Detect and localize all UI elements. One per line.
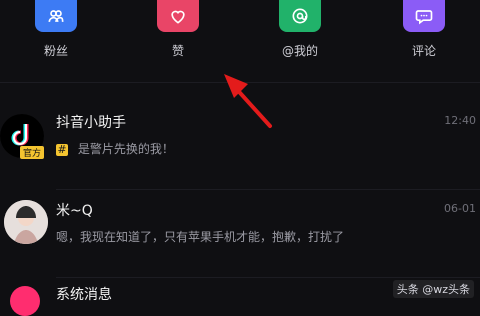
row-separator: [56, 277, 480, 278]
divider: [0, 82, 480, 83]
message-row[interactable]: 官方 抖音小助手 12:40 # 是警片先换的我！: [0, 108, 480, 190]
at-icon-box: [279, 0, 321, 32]
message-title: 系统消息: [56, 287, 112, 303]
tile-mentions-label: @我的: [281, 44, 318, 58]
message-time: 06-01: [444, 202, 476, 215]
message-time: 12:40: [444, 114, 476, 127]
message-subtitle: 嗯，我现在知道了，只有苹果手机才能，抱歉，打扰了: [56, 230, 345, 244]
tile-likes-label: 赞: [171, 44, 184, 58]
row-separator: [56, 189, 480, 190]
tile-comments[interactable]: 评论: [384, 0, 464, 59]
message-row[interactable]: 米~Q 06-01 嗯，我现在知道了，只有苹果手机才能，抱歉，打扰了: [0, 196, 480, 278]
tile-fans[interactable]: 粉丝: [16, 0, 96, 59]
fans-icon-box: [35, 0, 77, 32]
avatar: [4, 200, 48, 244]
comment-icon: [415, 10, 433, 25]
official-badge: 官方: [20, 146, 45, 159]
heart-icon-box: [157, 0, 199, 32]
comment-icon-box: [403, 0, 445, 32]
message-title: 抖音小助手: [56, 115, 126, 131]
tile-likes[interactable]: 赞: [138, 0, 218, 59]
notification-shortcuts: 粉丝 赞 @我的 评论: [0, 0, 480, 82]
message-subtitle-text: 是警片先换的我！: [77, 142, 174, 156]
message-title: 米~Q: [56, 203, 93, 219]
message-subtitle: # 是警片先换的我！: [56, 140, 174, 157]
fans-icon: [48, 10, 64, 22]
hashtag-icon: #: [56, 142, 68, 156]
user-avatar-icon: [4, 200, 48, 244]
at-icon: [292, 8, 308, 24]
tile-fans-label: 粉丝: [43, 44, 68, 58]
tile-mentions[interactable]: @我的: [260, 0, 340, 59]
avatar: [10, 286, 40, 316]
watermark: 头条 @wz头条: [392, 280, 474, 298]
tile-comments-label: 评论: [411, 44, 436, 58]
heart-icon: [171, 10, 185, 24]
